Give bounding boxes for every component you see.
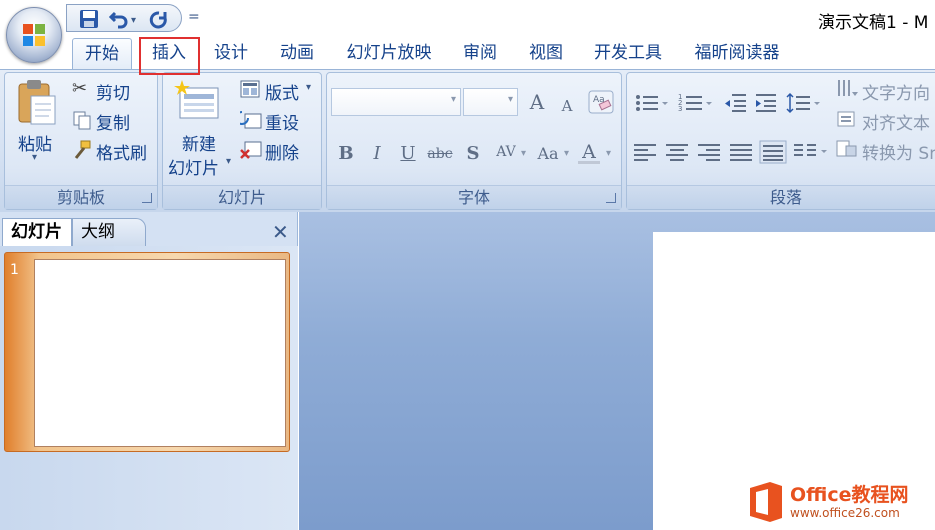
copy-icon: [73, 111, 91, 130]
tab-outline-pane[interactable]: 大纲: [72, 218, 146, 246]
list-buttons-row: 123: [636, 92, 820, 114]
character-spacing-button[interactable]: AV: [492, 140, 520, 164]
bold-button[interactable]: B: [335, 142, 357, 166]
numbering-icon[interactable]: 123: [678, 93, 712, 113]
insert-tab-highlight: [139, 37, 200, 75]
save-icon[interactable]: [79, 9, 99, 29]
align-text-icon: [837, 111, 855, 127]
window-title: 演示文稿1 - M: [818, 13, 929, 33]
office-logo-icon: [23, 24, 45, 46]
customize-qat-button[interactable]: =: [188, 9, 200, 25]
paste-icon[interactable]: [16, 78, 58, 126]
clear-formatting-icon[interactable]: Aa: [588, 90, 614, 114]
redo-icon[interactable]: [149, 9, 169, 29]
strikethrough-button[interactable]: abc: [424, 142, 456, 166]
font-color-button[interactable]: A: [578, 140, 600, 164]
scissors-icon: ✂: [72, 78, 88, 99]
font-name-dropdown-icon[interactable]: ▾: [451, 94, 456, 105]
tab-slides-pane[interactable]: 幻灯片: [2, 218, 72, 246]
reset-button[interactable]: 重设: [265, 109, 299, 134]
font-group-label: 字体: [327, 185, 621, 209]
font-color-dropdown-icon[interactable]: ▾: [606, 148, 611, 159]
format-painter-button[interactable]: 格式刷: [96, 139, 147, 164]
undo-dropdown-icon[interactable]: ▾: [131, 11, 136, 31]
text-shadow-button[interactable]: S: [462, 142, 484, 166]
justify-icon[interactable]: [730, 144, 752, 161]
line-spacing-icon[interactable]: [786, 92, 820, 114]
slide-number: 1: [10, 262, 19, 278]
bullets-icon[interactable]: [636, 95, 668, 111]
change-case-button[interactable]: Aa: [534, 142, 562, 166]
slides-group-label: 幻灯片: [163, 185, 321, 209]
new-slide-icon[interactable]: [174, 78, 222, 122]
text-direction-icon: [838, 80, 858, 96]
office-brand-logo-icon: [750, 482, 782, 522]
align-right-icon[interactable]: [698, 144, 720, 161]
clipboard-launcher-icon[interactable]: [142, 193, 152, 203]
tab-home[interactable]: 开始: [72, 38, 132, 70]
site-watermark: Office教程网 www.office26.com: [740, 474, 935, 530]
paragraph-group-label: 段落: [627, 185, 935, 209]
font-name-combo[interactable]: ▾: [331, 88, 461, 116]
grow-font-button[interactable]: A: [526, 90, 548, 114]
tab-developer[interactable]: 开发工具: [584, 38, 672, 70]
tab-review[interactable]: 审阅: [452, 38, 508, 70]
cut-button[interactable]: 剪切: [96, 79, 130, 104]
text-direction-button[interactable]: 文字方向: [862, 79, 930, 104]
tab-design[interactable]: 设计: [204, 38, 258, 70]
decrease-indent-icon[interactable]: [725, 94, 746, 112]
case-dropdown-icon[interactable]: ▾: [564, 148, 569, 159]
layout-button[interactable]: 版式: [265, 79, 299, 104]
undo-icon[interactable]: [109, 9, 129, 29]
new-slide-dropdown-icon[interactable]: ▾: [226, 156, 231, 167]
layout-dropdown-icon[interactable]: ▾: [306, 82, 311, 93]
font-size-dropdown-icon[interactable]: ▾: [508, 94, 513, 105]
office-button[interactable]: [6, 7, 62, 63]
italic-button[interactable]: I: [366, 142, 388, 166]
smartart-convert-icon: [836, 140, 857, 157]
spacing-dropdown-icon[interactable]: ▾: [521, 148, 526, 159]
quick-access-toolbar: ▾: [66, 4, 182, 32]
align-center-icon[interactable]: [666, 144, 688, 161]
tab-view[interactable]: 视图: [518, 38, 574, 70]
watermark-brand: Office教程网: [790, 484, 909, 506]
convert-smartart-button[interactable]: 转换为 Sm: [862, 139, 935, 164]
new-slide-label-1[interactable]: 新建: [182, 130, 216, 155]
close-pane-icon[interactable]: ✕: [272, 220, 289, 244]
paste-dropdown-icon[interactable]: ▾: [32, 152, 37, 163]
delete-slide-button[interactable]: 删除: [265, 139, 299, 164]
font-launcher-icon[interactable]: [606, 193, 616, 203]
align-left-icon[interactable]: [634, 144, 656, 161]
columns-icon[interactable]: [794, 144, 827, 156]
underline-button[interactable]: U: [397, 142, 419, 166]
align-text-button[interactable]: 对齐文本: [862, 109, 930, 134]
shrink-font-button[interactable]: A: [556, 94, 578, 118]
watermark-url: www.office26.com: [790, 506, 900, 520]
new-slide-label-2[interactable]: 幻灯片: [168, 154, 219, 179]
slide-thumbnail-1[interactable]: [34, 259, 286, 447]
alignment-buttons-row: [634, 140, 827, 164]
delete-slide-icon: [240, 141, 262, 159]
tab-slideshow[interactable]: 幻灯片放映: [336, 38, 442, 70]
clipboard-group-label: 剪贴板: [5, 185, 157, 209]
format-painter-icon: [74, 140, 91, 159]
svg-text:3: 3: [678, 105, 682, 113]
font-size-combo[interactable]: ▾: [463, 88, 518, 116]
distributed-icon[interactable]: [759, 140, 787, 164]
tab-foxit-reader[interactable]: 福昕阅读器: [682, 38, 792, 70]
increase-indent-icon[interactable]: [756, 94, 776, 112]
layout-icon: [240, 80, 260, 98]
tab-animation[interactable]: 动画: [270, 38, 324, 70]
reset-icon: [240, 111, 262, 129]
copy-button[interactable]: 复制: [96, 109, 130, 134]
